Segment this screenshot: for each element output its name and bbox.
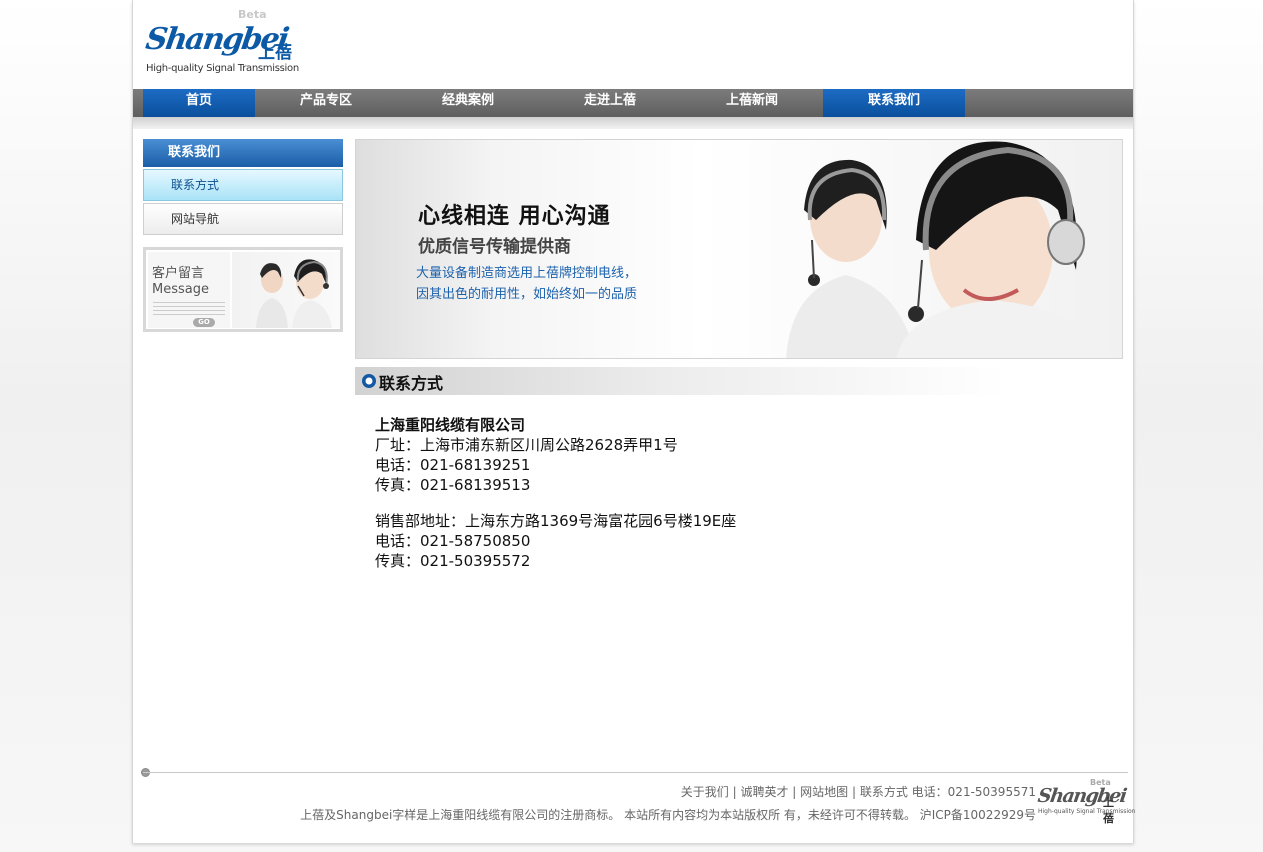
banner-text-line-2: 因其出色的耐用性，如始终如一的品质 [416, 287, 638, 302]
nav-item-cases[interactable]: 经典案例 [397, 89, 539, 117]
company-name: 上海重阳线缆有限公司 [375, 416, 526, 434]
banner-text-line-1: 大量设备制造商选用上蓓牌控制电线， [416, 266, 638, 281]
logo-chinese-name: 上蓓 [258, 43, 292, 63]
footer-links: 关于我们 | 诚聘英才 | 网站地图 | 联系方式 电话：021-5039557… [681, 783, 1036, 800]
footer-divider [143, 772, 1128, 773]
sales-fax: 传真：021-50395572 [375, 552, 531, 570]
footer-logo: Beta Shangbei 上蓓 High-quality Signal Tra… [1036, 778, 1135, 825]
site-logo[interactable]: Beta Shangbei 上蓓 High-quality Signal Tra… [144, 8, 316, 78]
footer-logo-tagline: High-quality Signal Transmission [1038, 808, 1136, 815]
hero-banner: 心线相连 用心沟通 优质信号传输提供商 大量设备制造商选用上蓓牌控制电线， 因其… [355, 139, 1123, 359]
nav-shadow-divider [133, 117, 1133, 129]
banner-subhead: 优质信号传输提供商 [418, 237, 571, 257]
message-placeholder-lines [153, 302, 225, 318]
footer-phone: 电话：021-50395571 [911, 785, 1036, 799]
nav-item-products[interactable]: 产品专区 [255, 89, 397, 117]
nav-item-news[interactable]: 上蓓新闻 [681, 89, 823, 117]
footer-separator: | [848, 785, 860, 799]
logo-beta-label: Beta [238, 8, 267, 21]
footer-link-careers[interactable]: 诚聘英才 [740, 785, 788, 799]
section-bullet-icon [362, 374, 376, 388]
factory-address: 厂址：上海市浦东新区川周公路2628弄甲1号 [375, 436, 678, 454]
main-nav: 首页 产品专区 经典案例 走进上蓓 上蓓新闻 联系我们 [133, 89, 1133, 117]
sidebar-item-contact-info[interactable]: 联系方式 [143, 169, 343, 201]
footer-link-sitemap[interactable]: 网站地图 [800, 785, 848, 799]
footer-separator: | [728, 785, 741, 799]
footer-separator: | [788, 785, 801, 799]
factory-phone: 电话：021-68139251 [375, 456, 531, 474]
contact-details: 上海重阳线缆有限公司 厂址：上海市浦东新区川周公路2628弄甲1号 电话：021… [375, 415, 736, 571]
nav-item-contact[interactable]: 联系我们 [823, 89, 965, 117]
section-title: 联系方式 [379, 374, 444, 393]
message-title-cn: 客户留言 [152, 266, 205, 281]
footer-link-about[interactable]: 关于我们 [681, 785, 729, 799]
customer-message-banner[interactable]: 客户留言 Message GO [143, 247, 343, 332]
sales-phone: 电话：021-58750850 [375, 532, 531, 550]
operators-thumbnail [232, 252, 340, 328]
banner-headline: 心线相连 用心沟通 [418, 204, 611, 229]
logo-tagline: High-quality Signal Transmission [146, 63, 299, 74]
message-go-button[interactable]: GO [193, 318, 215, 327]
footer-copyright: 上蓓及Shangbei字样是上海重阳线缆有限公司的注册商标。 本站所有内容均为本… [300, 808, 1036, 822]
operators-illustration [256, 259, 332, 328]
nav-item-home[interactable]: 首页 [143, 89, 255, 117]
sidebar-title: 联系我们 [143, 139, 343, 167]
message-panel: 客户留言 Message GO [148, 252, 230, 328]
nav-item-about[interactable]: 走进上蓓 [539, 89, 681, 117]
message-title-en: Message [152, 282, 209, 297]
contact-spacer [375, 495, 736, 511]
section-header: 联系方式 [355, 367, 1123, 395]
banner-operators-photo [786, 141, 1106, 358]
page-container: Beta Shangbei 上蓓 High-quality Signal Tra… [132, 0, 1136, 843]
footer-link-contact[interactable]: 联系方式 [860, 785, 908, 799]
sidebar-item-site-map[interactable]: 网站导航 [143, 203, 343, 235]
factory-fax: 传真：021-68139513 [375, 476, 531, 494]
sales-address: 销售部地址：上海东方路1369号海富花园6号楼19E座 [375, 512, 737, 530]
